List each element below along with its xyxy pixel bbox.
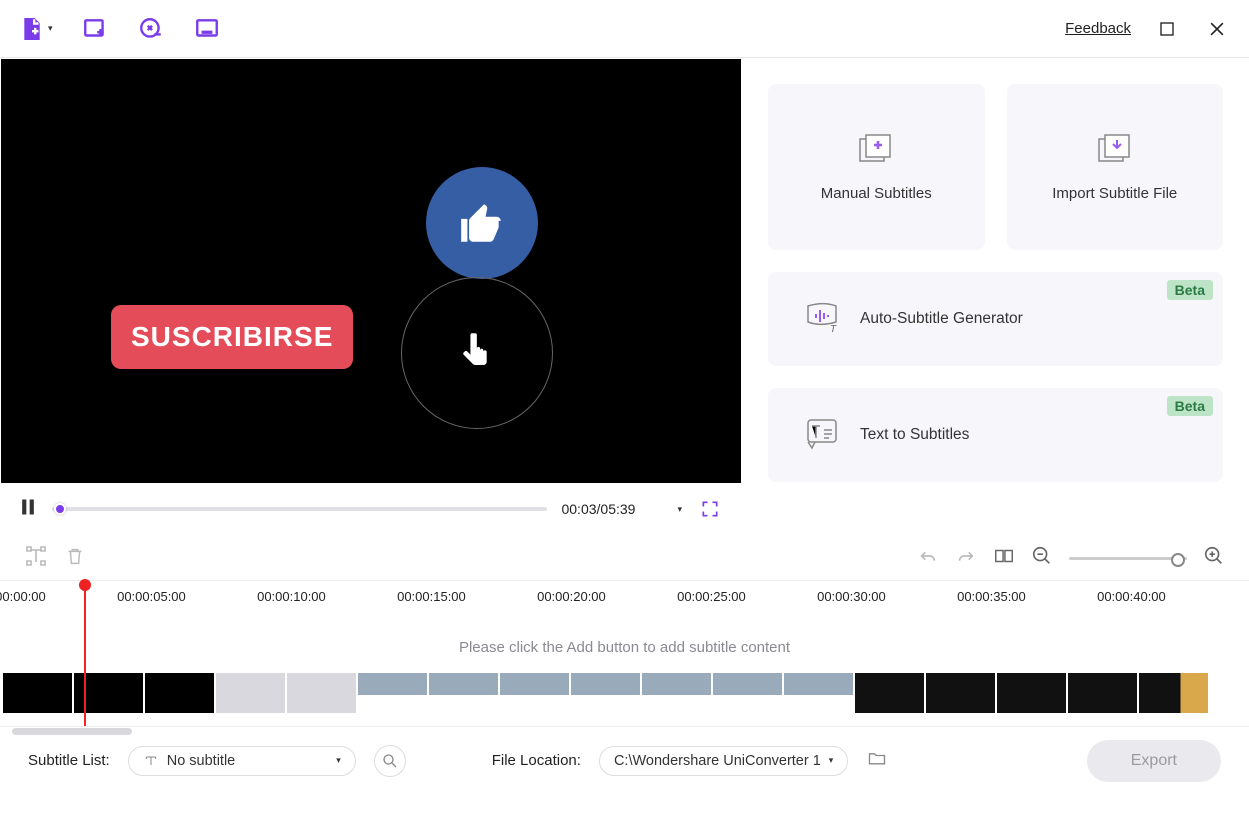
import-subtitle-icon	[1097, 133, 1133, 167]
fullscreen-button[interactable]	[696, 495, 724, 523]
close-button[interactable]	[1203, 15, 1231, 43]
timeline-ruler[interactable]: 00:00:00:00 00:00:05:00 00:00:10:00 00:0…	[0, 589, 1249, 615]
thumbnail[interactable]	[641, 672, 712, 714]
playhead[interactable]	[84, 581, 86, 726]
thumbnail[interactable]	[357, 672, 428, 714]
thumbnail[interactable]	[925, 672, 996, 714]
thumbnail[interactable]	[286, 672, 357, 714]
caret-icon: ▾	[48, 23, 53, 34]
split-button[interactable]	[993, 545, 1015, 572]
video-preview[interactable]: SUSCRIBIRSE	[1, 59, 741, 483]
open-folder-button[interactable]	[866, 748, 888, 773]
text-to-subtitles-label: Text to Subtitles	[860, 426, 969, 444]
auto-subtitle-icon: T	[804, 300, 840, 339]
text-to-subtitles-card[interactable]: Beta Text to Subtitles	[768, 388, 1223, 482]
thumbnail[interactable]	[1067, 672, 1138, 714]
file-location-label: File Location:	[492, 752, 581, 769]
add-file-icon[interactable]	[18, 15, 46, 43]
zoom-out-button[interactable]	[1031, 545, 1053, 572]
thumbnail[interactable]	[215, 672, 286, 714]
import-subtitle-label: Import Subtitle File	[1052, 185, 1177, 202]
text-tool-button[interactable]	[24, 544, 48, 573]
seek-slider[interactable]	[52, 507, 547, 511]
beta-badge: Beta	[1167, 396, 1213, 416]
time-display: 00:03/05:39	[561, 501, 635, 517]
auto-subtitle-card[interactable]: Beta T Auto-Subtitle Generator	[768, 272, 1223, 366]
manual-subtitles-icon	[858, 133, 894, 167]
svg-text:T: T	[830, 324, 837, 334]
beta-badge: Beta	[1167, 280, 1213, 300]
auto-subtitle-label: Auto-Subtitle Generator	[860, 310, 1023, 328]
delete-button[interactable]	[64, 545, 86, 572]
zoom-in-button[interactable]	[1203, 545, 1225, 572]
feedback-link[interactable]: Feedback	[1065, 20, 1131, 37]
search-subtitle-button[interactable]	[374, 745, 406, 777]
thumbnail-strip[interactable]	[0, 672, 1249, 714]
subscribe-button-graphic: SUSCRIBIRSE	[111, 305, 353, 369]
horizontal-scrollbar[interactable]	[0, 714, 1249, 726]
thumbnail[interactable]	[783, 672, 854, 714]
export-button[interactable]: Export	[1087, 740, 1221, 782]
cursor-ring	[401, 277, 553, 429]
speech-to-text-icon[interactable]	[137, 15, 165, 43]
text-to-subtitles-icon	[804, 416, 840, 455]
thumbnail[interactable]	[570, 672, 641, 714]
thumbnail[interactable]	[499, 672, 570, 714]
manual-subtitles-card[interactable]: Manual Subtitles	[768, 84, 985, 250]
zoom-slider[interactable]	[1069, 557, 1187, 560]
undo-button[interactable]	[917, 545, 939, 572]
thumbnail[interactable]	[996, 672, 1067, 714]
thumbnail[interactable]	[2, 672, 73, 714]
manual-subtitles-label: Manual Subtitles	[821, 185, 932, 202]
subtitle-box-icon[interactable]	[193, 15, 221, 43]
thumbnail[interactable]	[428, 672, 499, 714]
redo-button[interactable]	[955, 545, 977, 572]
thumbnail[interactable]	[854, 672, 925, 714]
thumbnail[interactable]	[712, 672, 783, 714]
thumbnail[interactable]	[144, 672, 215, 714]
timeline-hint: Please click the Add button to add subti…	[0, 615, 1249, 672]
maximize-button[interactable]	[1153, 15, 1181, 43]
like-badge	[426, 167, 538, 279]
audio-wave-button[interactable]: ▾	[649, 500, 682, 518]
thumbnail[interactable]	[1138, 672, 1209, 714]
subtitle-list-label: Subtitle List:	[28, 752, 110, 769]
import-subtitle-card[interactable]: Import Subtitle File	[1007, 84, 1224, 250]
pause-button[interactable]	[18, 496, 38, 523]
subtitle-list-select[interactable]: No subtitle ▾	[128, 746, 356, 776]
timeline[interactable]: 00:00:00:00 00:00:05:00 00:00:10:00 00:0…	[0, 580, 1249, 726]
add-rect-icon[interactable]	[81, 15, 109, 43]
file-location-select[interactable]: C:\Wondershare UniConverter 1 ▾	[599, 746, 848, 776]
